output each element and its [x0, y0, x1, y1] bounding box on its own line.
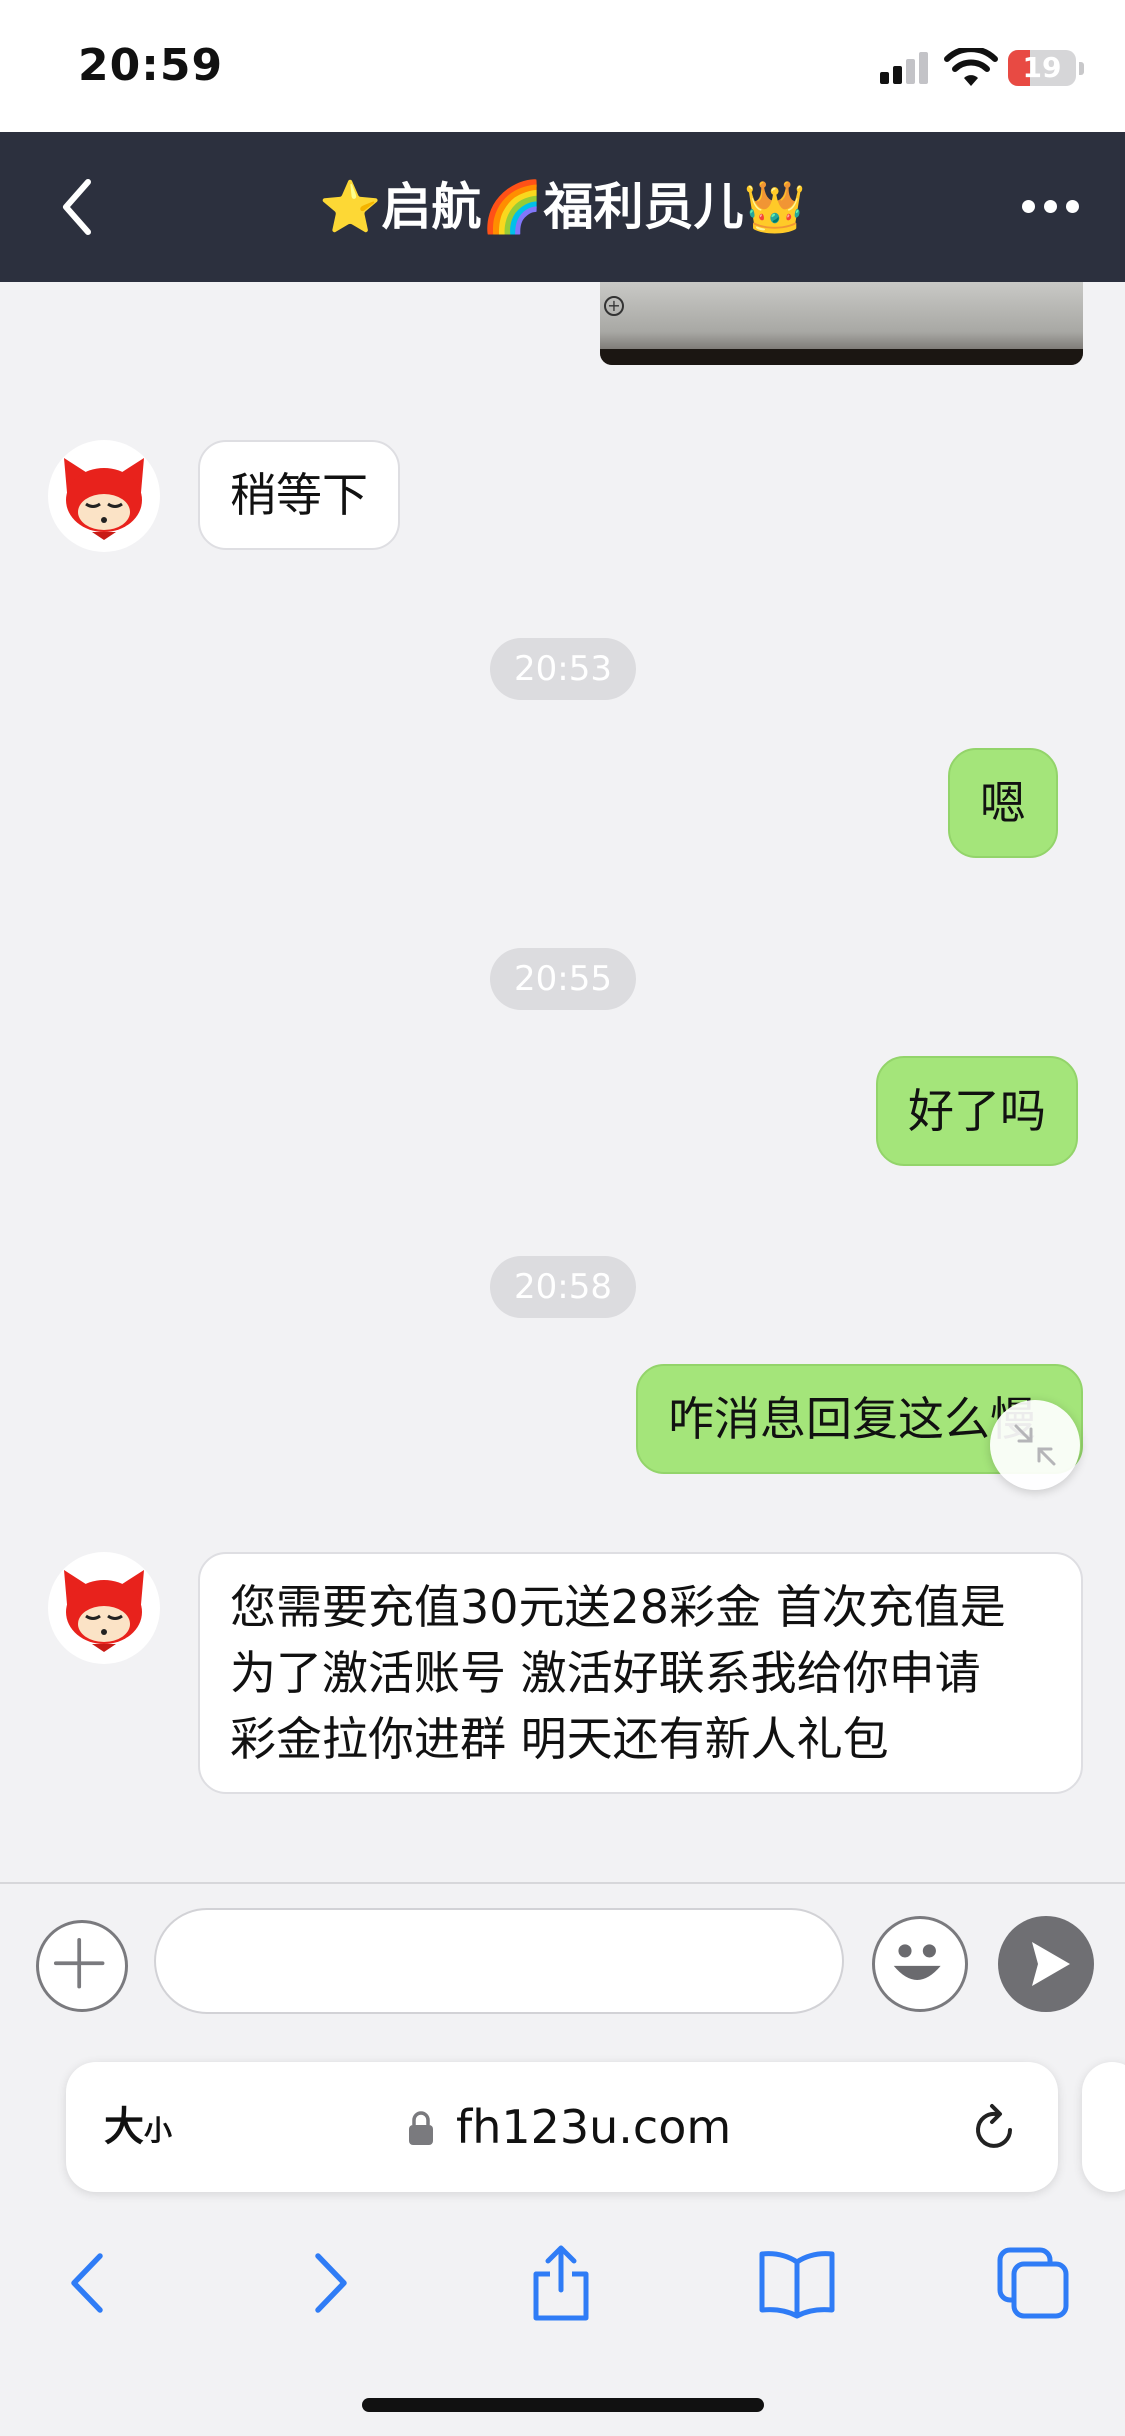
nav-back-button[interactable]	[44, 2238, 134, 2328]
more-options-button[interactable]	[1010, 184, 1090, 228]
plus-icon: +	[604, 296, 624, 316]
message-bubble-outgoing[interactable]: 好了吗	[876, 1056, 1078, 1166]
message-line: 为了激活账号 激活好联系我给你申请	[230, 1646, 981, 1700]
attach-button[interactable]	[36, 1920, 128, 2012]
status-time: 20:59	[78, 40, 224, 91]
message-line: 您需要充值30元送28彩金 首次充值是	[230, 1580, 1006, 1634]
timestamp: 20:53	[490, 638, 636, 700]
tabs-button[interactable]	[988, 2238, 1078, 2328]
chat-title: ⭐启航🌈福利员儿👑	[319, 178, 806, 236]
message-bubble-outgoing[interactable]: 嗯	[948, 748, 1058, 858]
url-text: fh123u.com	[456, 2100, 732, 2154]
address-bar[interactable]: 大小 fh123u.com	[66, 2062, 1058, 2192]
message-bubble-incoming[interactable]: 您需要充值30元送28彩金 首次充值是 为了激活账号 激活好联系我给你申请 彩金…	[198, 1552, 1083, 1794]
message-text: 稍等下	[230, 468, 368, 522]
reload-icon[interactable]	[966, 2100, 1022, 2156]
message-list[interactable]: + 稍等下 20:53 嗯 20:55 好了吗 20:58 咋消息回复这么慢 您…	[0, 282, 1125, 1882]
chat-header: ⭐启航🌈福利员儿👑	[0, 132, 1125, 282]
timestamp: 20:58	[490, 1256, 636, 1318]
nav-forward-button[interactable]	[284, 2238, 374, 2328]
back-button[interactable]	[44, 172, 114, 242]
smiley-icon	[893, 1944, 941, 1980]
browser-toolbar: 大小 fh123u.com	[0, 2038, 1125, 2436]
image-message[interactable]: +	[600, 282, 1083, 365]
send-icon	[1032, 1942, 1070, 1986]
avatar[interactable]	[48, 440, 160, 552]
share-button[interactable]	[516, 2238, 606, 2328]
emoji-button[interactable]	[872, 1916, 968, 2012]
collapse-button[interactable]	[990, 1400, 1080, 1490]
message-line: 彩金拉你进群 明天还有新人礼包	[230, 1712, 889, 1766]
next-tab-preview[interactable]	[1082, 2062, 1125, 2192]
message-input[interactable]	[154, 1908, 844, 2014]
bookmarks-button[interactable]	[752, 2238, 842, 2328]
avatar[interactable]	[48, 1552, 160, 1664]
plus-icon	[53, 1937, 105, 1989]
message-input-bar	[0, 1882, 1125, 2038]
collapse-arrows-icon	[1014, 1424, 1056, 1466]
status-bar: 20:59 19	[0, 0, 1125, 132]
battery-level: 19	[1022, 51, 1062, 84]
wifi-icon	[944, 48, 998, 86]
lock-icon	[409, 2111, 433, 2145]
send-button[interactable]	[998, 1916, 1094, 2012]
battery-icon: 19	[1008, 50, 1076, 86]
ellipsis-icon	[1022, 200, 1035, 213]
timestamp: 20:55	[490, 948, 636, 1010]
cellular-signal-icon	[880, 52, 928, 84]
message-text: 嗯	[980, 776, 1026, 830]
fox-avatar-icon	[64, 1570, 144, 1652]
message-text: 咋消息回复这么慢	[668, 1392, 1036, 1446]
message-bubble-incoming[interactable]: 稍等下	[198, 440, 400, 550]
home-indicator	[362, 2398, 764, 2412]
fox-avatar-icon	[64, 458, 144, 540]
message-text: 好了吗	[908, 1084, 1046, 1138]
text-size-button[interactable]: 大小	[104, 2062, 172, 2192]
